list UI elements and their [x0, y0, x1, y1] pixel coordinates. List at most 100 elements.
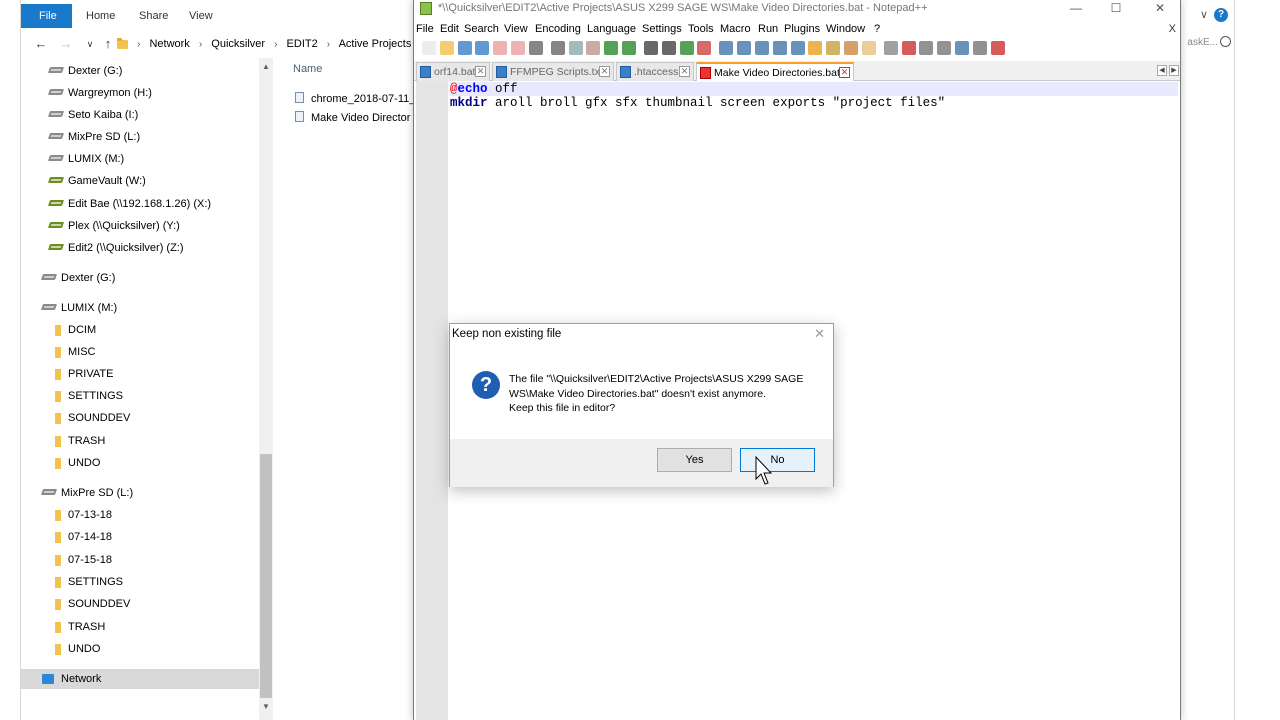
- nav-scrollbar[interactable]: ▲ ▼: [259, 58, 273, 720]
- nav-item[interactable]: DCIM: [21, 320, 259, 340]
- menu-settings[interactable]: Settings: [642, 23, 682, 35]
- paste-icon[interactable]: [586, 41, 601, 55]
- nav-item[interactable]: Wargreymon (H:): [21, 83, 259, 103]
- new-icon[interactable]: [422, 41, 436, 55]
- back-arrow-icon[interactable]: ←: [33, 35, 49, 53]
- folder-as-workspace-icon[interactable]: [861, 41, 876, 55]
- code-line[interactable]: mkdir aroll broll gfx sfx thumbnail scre…: [450, 96, 1178, 110]
- menu-file[interactable]: File: [416, 23, 434, 35]
- all-chars-icon[interactable]: [772, 41, 787, 55]
- breadcrumb-network[interactable]: Network: [149, 38, 189, 50]
- menu-view[interactable]: View: [504, 23, 528, 35]
- nav-item[interactable]: Dexter (G:): [21, 61, 259, 81]
- nav-item[interactable]: Dexter (G:): [21, 268, 259, 288]
- nav-item[interactable]: TRASH: [21, 617, 259, 637]
- breadcrumb-edit2[interactable]: EDIT2: [287, 38, 318, 50]
- nav-item[interactable]: SETTINGS: [21, 386, 259, 406]
- nav-item[interactable]: Seto Kaiba (I:): [21, 105, 259, 125]
- nav-item[interactable]: UNDO: [21, 453, 259, 473]
- no-button[interactable]: No: [740, 448, 815, 472]
- nav-item[interactable]: GameVault (W:): [21, 171, 259, 191]
- nav-item[interactable]: SOUNDDEV: [21, 408, 259, 428]
- redo-icon[interactable]: [622, 41, 636, 55]
- nav-item[interactable]: MixPre SD (L:): [21, 483, 259, 503]
- chevron-down-icon[interactable]: ∨: [1200, 8, 1208, 21]
- zoom-in-icon[interactable]: [679, 41, 694, 55]
- save-macro-icon[interactable]: [972, 41, 987, 55]
- tab-scroll-left-icon[interactable]: ◀: [1157, 65, 1167, 76]
- nav-item[interactable]: Edit2 (\\Quicksilver) (Z:): [21, 238, 259, 258]
- maximize-icon[interactable]: ☐: [1094, 0, 1138, 18]
- close-icon[interactable]: [493, 41, 508, 55]
- nav-item[interactable]: Network: [21, 669, 259, 689]
- scroll-down-icon[interactable]: ▼: [259, 700, 273, 714]
- doc-map-icon[interactable]: [826, 41, 841, 55]
- sync-h-icon[interactable]: [737, 41, 752, 55]
- file-row[interactable]: Make Video Director: [295, 108, 410, 128]
- tab-close-icon[interactable]: ✕: [679, 66, 690, 77]
- tab-orf14-bat[interactable]: orf14.bat ✕: [416, 62, 490, 81]
- cut-icon[interactable]: [550, 41, 565, 55]
- nav-item[interactable]: LUMIX (M:): [21, 298, 259, 318]
- nav-item[interactable]: SETTINGS: [21, 572, 259, 592]
- minimize-icon[interactable]: —: [1054, 0, 1098, 18]
- nav-item[interactable]: MixPre SD (L:): [21, 127, 259, 147]
- find-icon[interactable]: [644, 41, 658, 55]
- tab-close-icon[interactable]: ✕: [475, 66, 486, 77]
- play-multiple-icon[interactable]: [955, 41, 969, 55]
- nav-item[interactable]: LUMIX (M:): [21, 149, 259, 169]
- nav-item[interactable]: 07-13-18: [21, 505, 259, 525]
- play-icon[interactable]: [937, 41, 952, 55]
- tab-ffmpeg-scripts-txt[interactable]: FFMPEG Scripts.txt ✕: [492, 62, 614, 81]
- file-row[interactable]: chrome_2018-07-11_: [295, 89, 415, 109]
- save-all-icon[interactable]: [475, 41, 490, 55]
- menu-language[interactable]: Language: [587, 23, 636, 35]
- close-icon[interactable]: ✕: [1138, 0, 1182, 18]
- nav-item[interactable]: Edit Bae (\\192.168.1.26) (X:): [21, 194, 259, 214]
- nav-item[interactable]: 07-15-18: [21, 550, 259, 570]
- monitor-icon[interactable]: [883, 41, 898, 55]
- nav-item[interactable]: MISC: [21, 342, 259, 362]
- wrap-icon[interactable]: [755, 41, 769, 55]
- menu-edit[interactable]: Edit: [440, 23, 459, 35]
- menu-run[interactable]: Run: [758, 23, 778, 35]
- tab-scroll-right-icon[interactable]: ▶: [1169, 65, 1179, 76]
- save-icon[interactable]: [457, 41, 472, 55]
- ribbon-tab-view[interactable]: View: [189, 4, 213, 28]
- tab-make-video-directories-bat[interactable]: Make Video Directories.bat ✕: [696, 62, 854, 82]
- record-icon[interactable]: [901, 41, 916, 55]
- nav-item[interactable]: TRASH: [21, 431, 259, 451]
- sync-v-icon[interactable]: [719, 41, 734, 55]
- close-all-icon[interactable]: [511, 41, 525, 55]
- menu-plugins[interactable]: Plugins: [784, 23, 820, 35]
- nav-item[interactable]: UNDO: [21, 639, 259, 659]
- close-icon[interactable]: ✕: [814, 326, 825, 342]
- replace-icon[interactable]: [661, 41, 676, 55]
- help-icon[interactable]: ?: [1214, 8, 1228, 22]
- ribbon-tab-home[interactable]: Home: [86, 4, 115, 28]
- up-arrow-icon[interactable]: ↑: [100, 35, 116, 53]
- breadcrumb-quicksilver[interactable]: Quicksilver: [211, 38, 265, 50]
- nav-item[interactable]: PRIVATE: [21, 364, 259, 384]
- tab-close-icon[interactable]: ✕: [599, 66, 610, 77]
- tab-close-icon[interactable]: ✕: [839, 67, 850, 78]
- copy-icon[interactable]: [568, 41, 583, 55]
- udl-icon[interactable]: [808, 41, 823, 55]
- recent-locations-chevron-icon[interactable]: ∨: [82, 35, 98, 53]
- undo-icon[interactable]: [604, 41, 619, 55]
- print-icon[interactable]: [528, 41, 543, 55]
- yes-button[interactable]: Yes: [657, 448, 732, 472]
- tab--htaccess[interactable]: .htaccess ✕: [616, 62, 694, 81]
- code-line[interactable]: @echo off: [450, 82, 1178, 96]
- menu-search[interactable]: Search: [464, 23, 499, 35]
- flag-icon[interactable]: [990, 41, 1005, 55]
- nav-item[interactable]: SOUNDDEV: [21, 594, 259, 614]
- forward-arrow-icon[interactable]: →: [58, 35, 74, 53]
- nav-item[interactable]: 07-14-18: [21, 527, 259, 547]
- scrollbar-thumb[interactable]: [260, 454, 272, 698]
- menu-macro[interactable]: Macro: [720, 23, 751, 35]
- indent-guide-icon[interactable]: [790, 41, 805, 55]
- stop-icon[interactable]: [919, 41, 934, 55]
- scroll-up-icon[interactable]: ▲: [259, 60, 273, 74]
- menu-window[interactable]: Window: [826, 23, 865, 35]
